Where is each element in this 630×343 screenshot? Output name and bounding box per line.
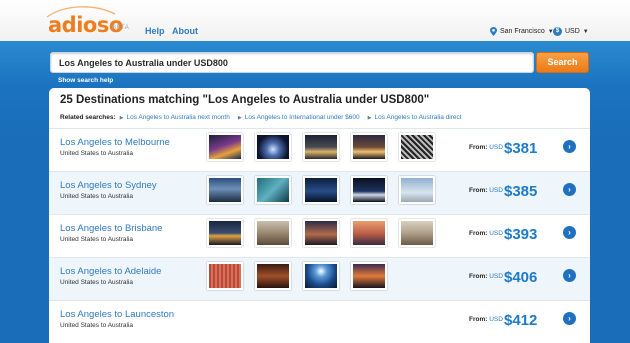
related-searches: Related searches: ▶ Los Angeles to Austr… [60,114,470,121]
from-price-label: From: USD [469,273,503,280]
destination-subtitle: United States to Australia [60,193,133,200]
destination-subtitle: United States to Australia [60,279,133,286]
destination-photo[interactable] [399,176,435,204]
related-search-link[interactable]: ▶ Los Angeles to Australia direct [368,114,462,121]
destination-photo[interactable] [351,262,387,290]
destination-subtitle: United States to Australia [60,150,133,157]
location-label: San Francisco [500,28,545,35]
from-price-label: From: USD [469,144,503,151]
results-panel: 25 Destinations matching "Los Angeles to… [49,88,590,343]
result-row-brisbane[interactable]: Los Angeles to Brisbane United States to… [49,214,590,257]
destination-photo[interactable] [255,176,291,204]
price: $381 [504,140,538,157]
price: $385 [504,183,538,200]
destination-title[interactable]: Los Angeles to Adelaide [60,266,161,277]
chevron-right-icon[interactable]: › [563,183,576,196]
destination-photo[interactable] [303,176,339,204]
chevron-down-icon: ▼ [582,28,589,35]
currency-coin-icon: $ [553,27,562,36]
destination-title[interactable]: Los Angeles to Brisbane [60,223,162,234]
location-selector[interactable]: San Francisco ▼ [490,27,554,36]
from-price-label: From: USD [469,187,503,194]
triangle-right-icon: ▶ [237,114,242,121]
from-price-label: From: USD [469,230,503,237]
from-price-label: From: USD [469,316,503,323]
results-title: 25 Destinations matching "Los Angeles to… [60,94,430,106]
currency-selector[interactable]: $ USD ▼ [553,27,589,36]
destination-photo[interactable] [351,133,387,161]
destination-photo[interactable] [207,219,243,247]
destination-photo[interactable] [255,219,291,247]
destination-title[interactable]: Los Angeles to Melbourne [60,137,170,148]
result-row-sydney[interactable]: Los Angeles to Sydney United States to A… [49,171,590,214]
destination-photo[interactable] [351,176,387,204]
destination-title[interactable]: Los Angeles to Sydney [60,180,157,191]
destination-subtitle: United States to Australia [60,322,133,329]
destination-photo[interactable] [207,176,243,204]
destination-photo[interactable] [207,133,243,161]
price: $393 [504,226,538,243]
related-search-link[interactable]: ▶ Los Angeles to Australia next month [120,114,230,121]
destination-photo[interactable] [303,133,339,161]
chevron-right-icon[interactable]: › [563,269,576,282]
triangle-right-icon: ▶ [119,114,124,121]
nav-help-link[interactable]: Help [145,26,165,36]
destination-photo[interactable] [399,133,435,161]
search-box[interactable] [50,52,534,73]
destination-photo[interactable] [399,219,435,247]
destination-photo[interactable] [303,262,339,290]
destination-photo[interactable] [351,219,387,247]
result-row-melbourne[interactable]: Los Angeles to Melbourne United States t… [49,128,590,171]
chevron-right-icon[interactable]: › [563,312,576,325]
search-input[interactable] [59,58,519,68]
destination-photo[interactable] [255,133,291,161]
destination-photo[interactable] [255,262,291,290]
chevron-right-icon[interactable]: › [563,226,576,239]
nav-about-link[interactable]: About [172,26,198,36]
destination-title[interactable]: Los Angeles to Launceston [60,309,174,320]
price: $412 [504,312,538,329]
destination-photo[interactable] [303,219,339,247]
show-search-help-link[interactable]: Show search help [58,77,113,84]
price: $406 [504,269,538,286]
result-row-launceston[interactable]: Los Angeles to Launceston United States … [49,300,590,343]
map-pin-icon [490,27,497,36]
destination-photo[interactable] [207,262,243,290]
related-searches-label: Related searches: [60,114,116,121]
triangle-right-icon: ▶ [367,114,372,121]
destination-subtitle: United States to Australia [60,236,133,243]
search-button[interactable]: Search [536,52,589,73]
chevron-right-icon[interactable]: › [563,140,576,153]
currency-label: USD [565,28,580,35]
related-search-link[interactable]: ▶ Los Angeles to International under $60… [238,114,360,121]
result-row-adelaide[interactable]: Los Angeles to Adelaide United States to… [49,257,590,300]
beta-badge: BETA [112,25,130,31]
top-header: adioso BETA Help About San Francisco ▼ $… [0,0,630,41]
